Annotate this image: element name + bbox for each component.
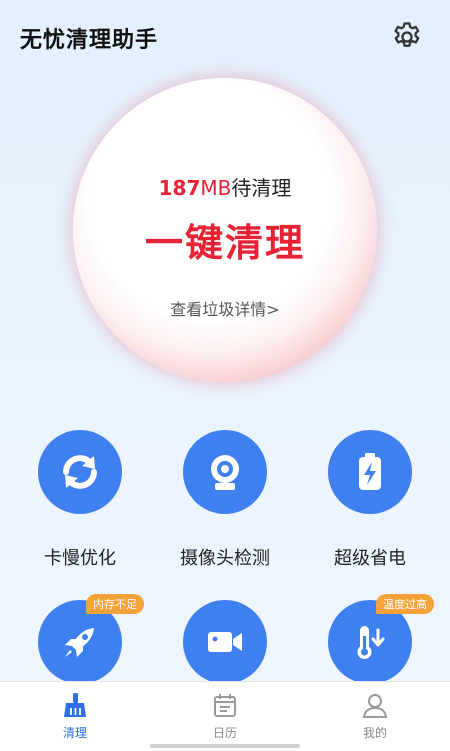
rocket-icon [65, 628, 94, 657]
tab-mine[interactable]: 我的 [300, 682, 450, 751]
feature-cool-down[interactable]: 温度过高 [305, 594, 435, 684]
feature-circle [183, 600, 267, 684]
junk-suffix: 待清理 [231, 176, 292, 200]
thermometer-icon [357, 626, 385, 659]
user-icon [362, 694, 388, 718]
home-indicator [150, 744, 300, 748]
gear-icon [394, 22, 420, 47]
feature-video[interactable] [160, 600, 290, 684]
tab-label: 清理 [62, 726, 87, 740]
refresh-icon [63, 455, 97, 489]
feature-label: 摄像头检测 [180, 548, 270, 569]
battery-charge-icon [359, 453, 381, 490]
junk-unit: MB [200, 176, 232, 200]
junk-amount: 187 [158, 176, 201, 200]
feature-label: 超级省电 [334, 548, 406, 569]
temperature-high-badge: 温度过高 [376, 594, 434, 614]
bottom-tab-bar: 清理 日历 我的 [0, 681, 450, 751]
feature-circle: 内存不足 [38, 594, 144, 684]
memory-low-badge: 内存不足 [86, 594, 144, 614]
broom-icon [64, 693, 86, 717]
feature-circle: 温度过高 [328, 594, 434, 684]
feature-power-saving[interactable]: 超级省电 [305, 430, 435, 570]
home-screen: 无忧清理助手 187MB待清理 一键清理 查看垃圾详情> 卡慢优化 摄像头检测 … [0, 0, 450, 751]
webcam-icon [211, 455, 239, 490]
one-key-clean-bubble[interactable]: 187MB待清理 一键清理 查看垃圾详情> [73, 78, 377, 382]
feature-speed-up[interactable]: 内存不足 [15, 594, 145, 684]
calendar-icon [214, 694, 236, 717]
settings-button[interactable] [390, 20, 424, 54]
feature-camera-detect[interactable]: 摄像头检测 [160, 430, 290, 570]
app-title: 无忧清理助手 [20, 28, 159, 53]
feature-circle [38, 430, 122, 514]
tab-label: 我的 [362, 726, 387, 740]
feature-circle [328, 430, 412, 514]
feature-circle [183, 430, 267, 514]
tab-label: 日历 [212, 726, 237, 740]
feature-label: 卡慢优化 [44, 548, 116, 569]
one-key-clean-label: 一键清理 [144, 221, 305, 265]
tab-clean[interactable]: 清理 [0, 682, 150, 751]
junk-pending-text: 187MB待清理 [73, 172, 377, 201]
junk-details-link[interactable]: 查看垃圾详情> [73, 296, 377, 320]
tab-calendar[interactable]: 日历 [150, 682, 300, 751]
feature-lag-optimize[interactable]: 卡慢优化 [15, 430, 145, 570]
video-camera-icon [208, 632, 242, 652]
